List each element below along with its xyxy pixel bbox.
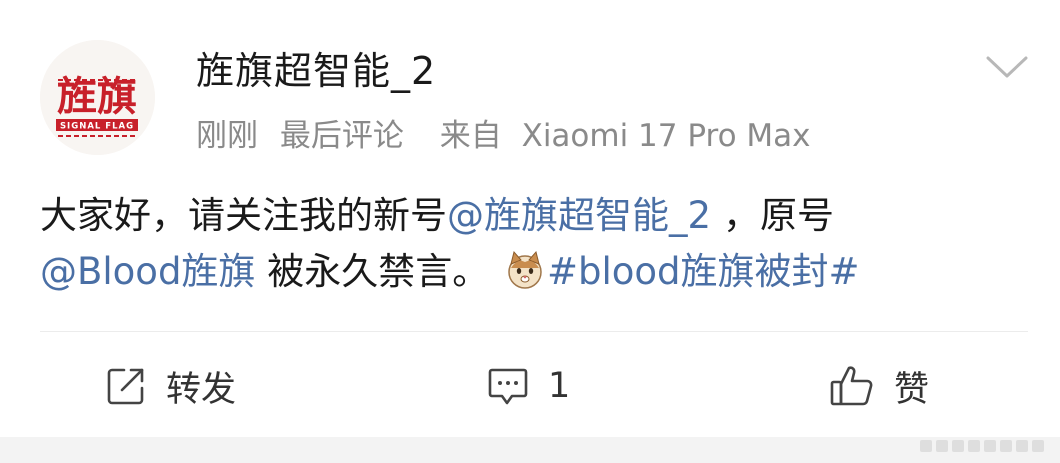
bottom-strip bbox=[0, 437, 1060, 463]
share-edit-icon bbox=[107, 368, 144, 405]
content-line-1: 大家好，请关注我的新号@旌旗超智能_2 ，原号 bbox=[40, 188, 1030, 244]
avatar[interactable]: 旌旗 SIGNAL FLAG bbox=[40, 40, 155, 155]
mention-link[interactable]: @Blood旌旗 bbox=[40, 250, 255, 293]
chevron-down-icon[interactable] bbox=[984, 52, 1030, 82]
source-prefix: 来自 bbox=[439, 118, 502, 154]
device-name: Xiaomi 17 Pro Max bbox=[521, 118, 811, 154]
cat-face-icon bbox=[508, 250, 542, 289]
content-text: 被永久禁言。 bbox=[255, 250, 490, 293]
divider bbox=[40, 331, 1028, 332]
comment-button[interactable]: 1 bbox=[486, 358, 570, 414]
watermark bbox=[916, 432, 1044, 452]
post-time: 刚刚 bbox=[196, 118, 258, 154]
thumbs-up-icon bbox=[830, 366, 873, 406]
content-text: 大家好，请关注我的新号 bbox=[40, 194, 447, 237]
like-label: 赞 bbox=[894, 369, 930, 410]
username[interactable]: 旌旗超智能_2 bbox=[196, 40, 436, 95]
sort-label: 最后评论 bbox=[279, 118, 404, 154]
post-content: 大家好，请关注我的新号@旌旗超智能_2 ，原号 @Blood旌旗 被永久禁言。 #… bbox=[40, 188, 1030, 300]
avatar-sub-text: SIGNAL FLAG bbox=[60, 122, 134, 132]
weibo-post-card: 旌旗 SIGNAL FLAG 旌旗超智能_2 刚刚 最后评论 来自 Xiaomi… bbox=[0, 0, 1060, 463]
content-text: ，原号 bbox=[723, 194, 835, 237]
hashtag-link[interactable]: #blood旌旗被封# bbox=[547, 250, 860, 293]
post-meta: 刚刚 最后评论 来自 Xiaomi 17 Pro Max bbox=[196, 110, 822, 155]
content-line-2: @Blood旌旗 被永久禁言。 #blood旌旗被封# bbox=[40, 244, 1030, 300]
comment-count: 1 bbox=[548, 366, 571, 406]
repost-button[interactable]: 转发 bbox=[104, 358, 236, 414]
comment-bubble-icon bbox=[488, 368, 528, 405]
like-button[interactable]: 赞 bbox=[828, 358, 929, 414]
mention-link[interactable]: @旌旗超智能_2 bbox=[447, 194, 711, 237]
repost-label: 转发 bbox=[166, 369, 237, 410]
signal-flag-logo-icon: 旌旗 SIGNAL FLAG bbox=[40, 40, 155, 155]
